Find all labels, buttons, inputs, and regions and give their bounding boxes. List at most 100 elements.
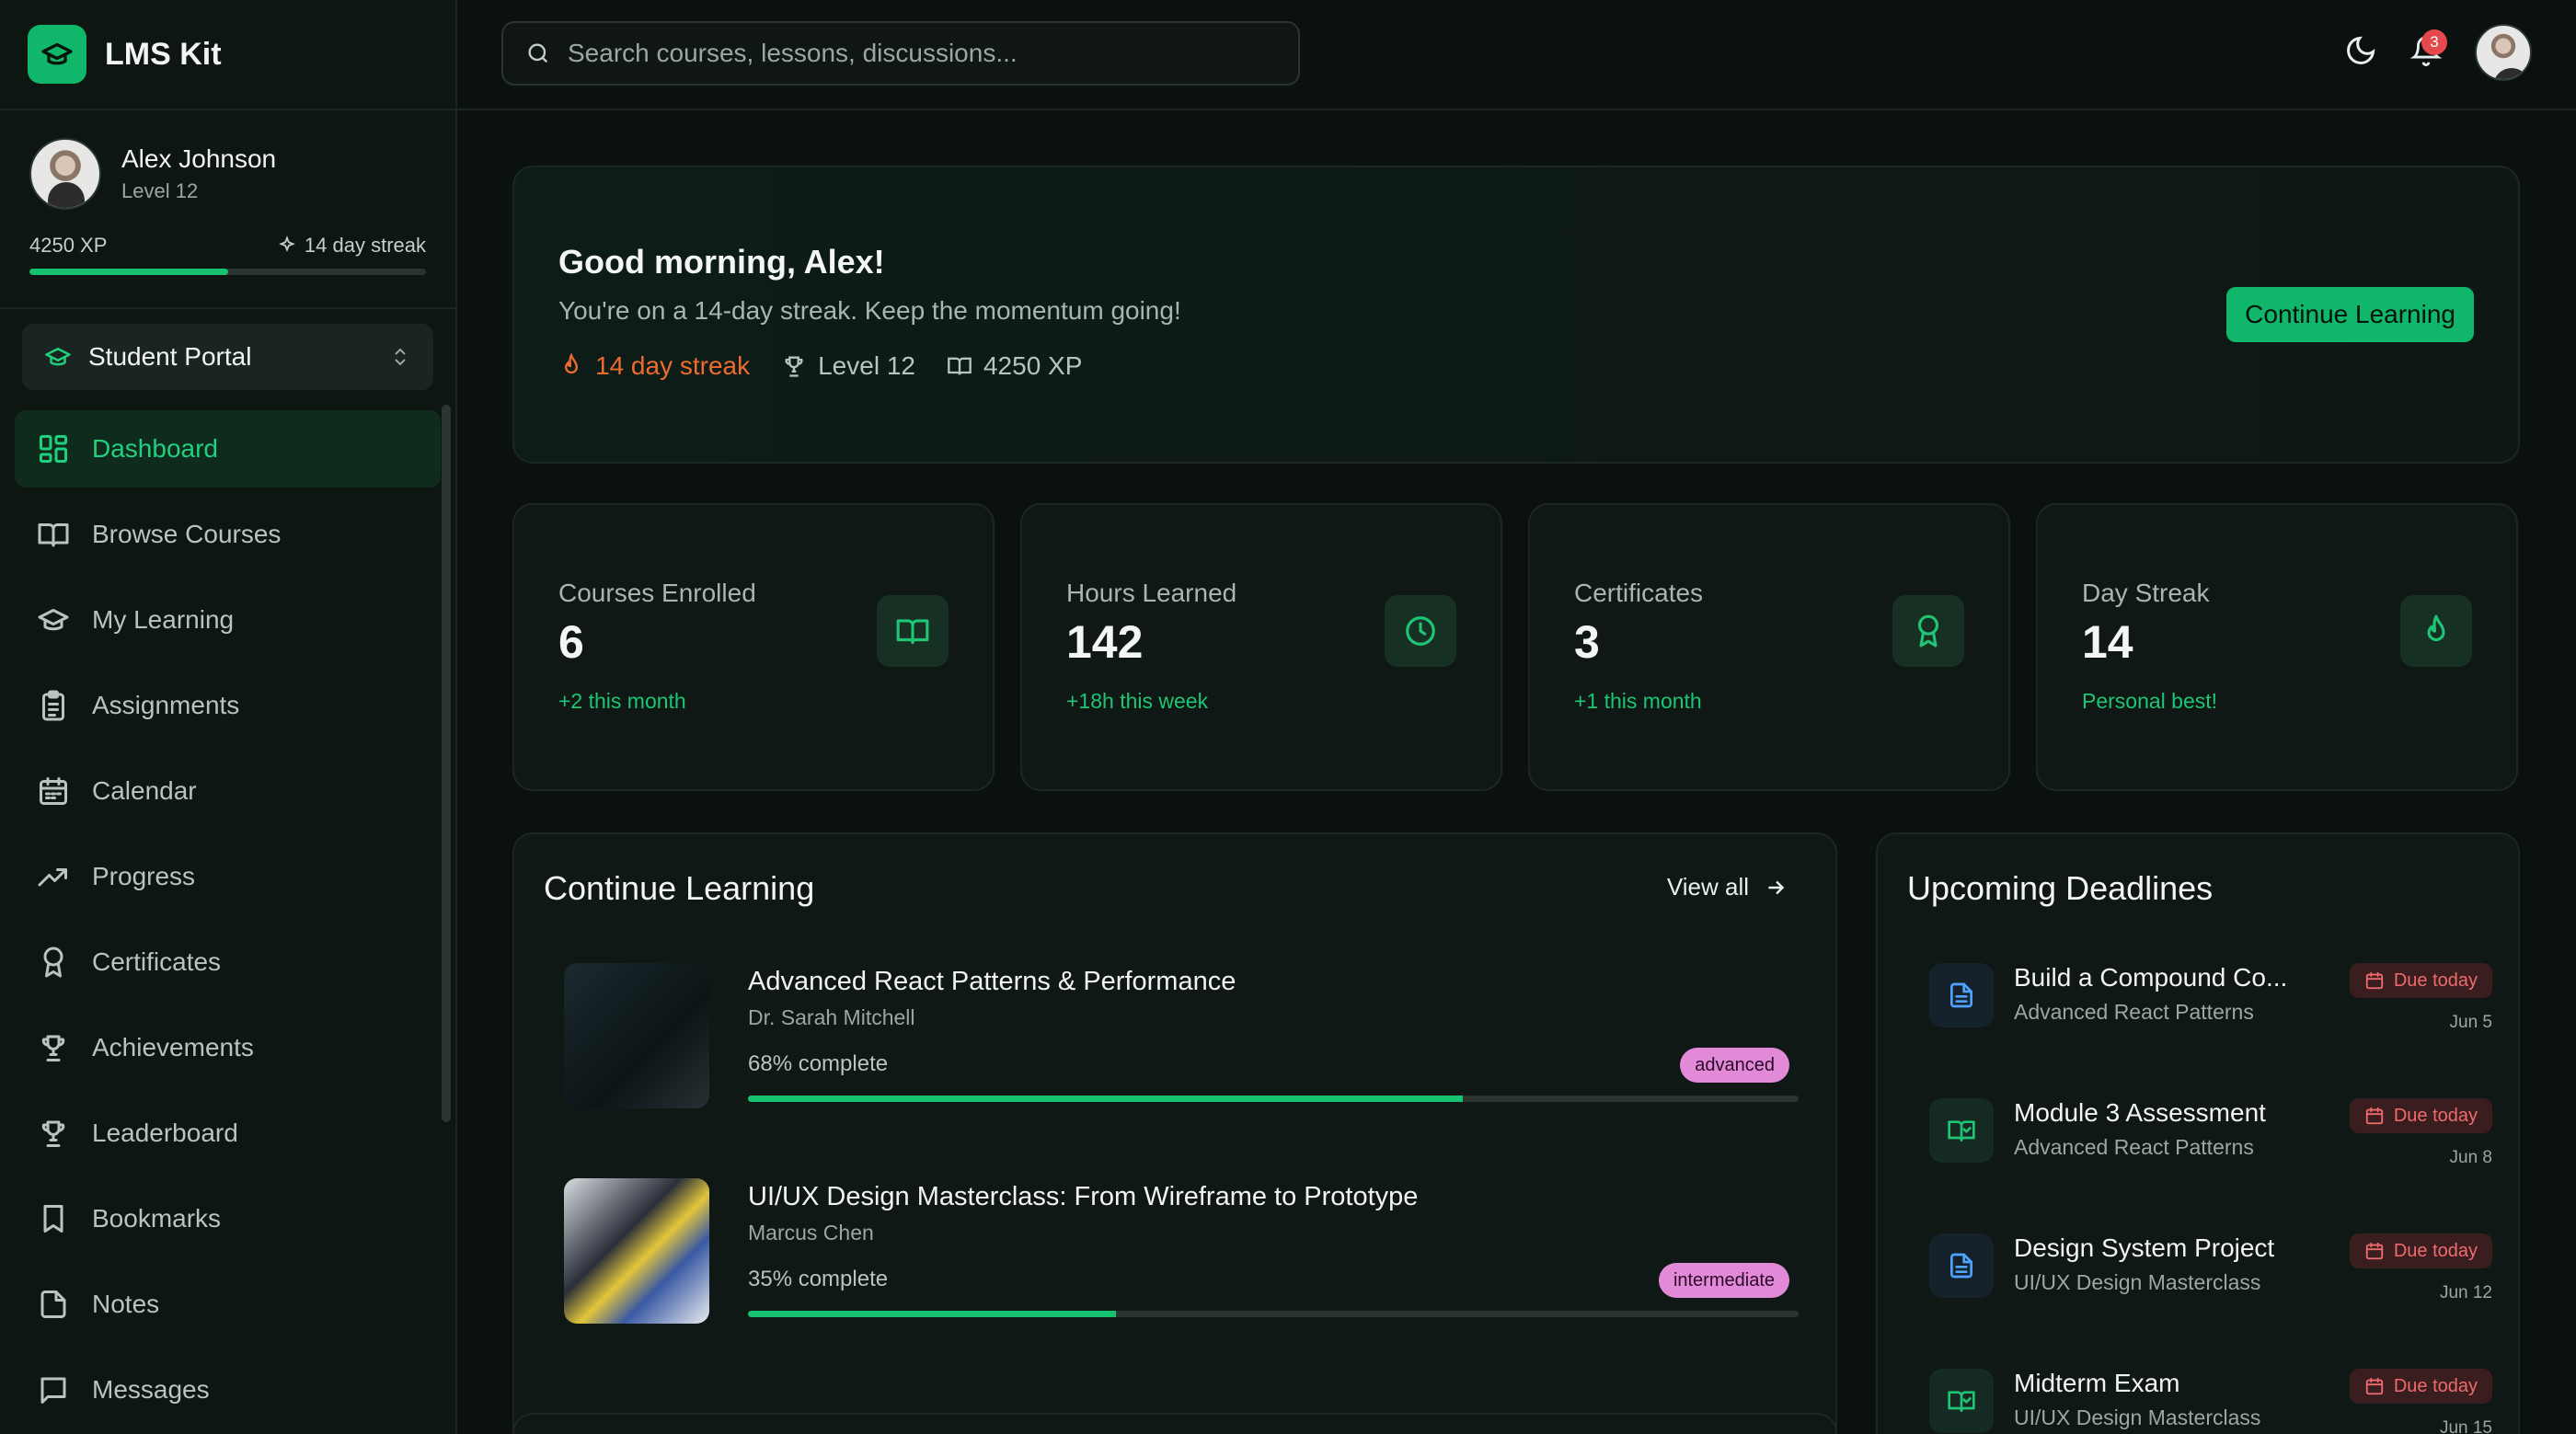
portal-label: Student Portal — [88, 342, 252, 371]
stat-change: Personal best! — [2082, 689, 2218, 713]
book-check-icon — [1948, 1391, 1975, 1412]
section-title: Continue Learning — [544, 869, 815, 907]
course-author: Marcus Chen — [748, 1221, 874, 1245]
deadline-item[interactable]: Module 3 Assessment Advanced React Patter… — [1929, 1098, 2492, 1209]
deadline-date: Jun 5 — [2449, 1013, 2492, 1032]
notification-count: 3 — [2421, 29, 2447, 55]
moon-icon[interactable] — [2344, 34, 2377, 72]
stat-change: +1 this month — [1574, 689, 1702, 713]
clock-icon — [1406, 616, 1435, 646]
deadline-course: UI/UX Design Masterclass — [2014, 1270, 2261, 1294]
sidebar: LMS Kit Alex Johnson Level 12 4250 XP 14… — [0, 0, 457, 1434]
due-badge: Due today — [2349, 1098, 2492, 1133]
search-box[interactable] — [501, 21, 1300, 86]
course-thumbnail[interactable] — [564, 1178, 709, 1324]
course-progress-label: 35% complete — [748, 1267, 889, 1291]
welcome-title: Good morning, Alex! — [558, 243, 885, 281]
sidebar-item-label: Calendar — [92, 776, 197, 805]
course-title[interactable]: UI/UX Design Masterclass: From Wireframe… — [748, 1182, 1418, 1212]
course-thumbnail[interactable] — [564, 963, 709, 1108]
course-level-badge: intermediate — [1658, 1263, 1789, 1298]
stat-card-day-streak: Day Streak 14 Personal best! — [2036, 503, 2518, 791]
sidebar-item-label: Bookmarks — [92, 1204, 222, 1233]
stat-change: +18h this week — [1066, 689, 1209, 713]
app-root: LMS Kit Alex Johnson Level 12 4250 XP 14… — [0, 0, 2576, 1434]
sidebar-item-leaderboard[interactable]: Leaderboard — [15, 1095, 441, 1172]
bookmark-icon — [43, 1205, 63, 1233]
graduation-cap-icon — [28, 25, 86, 84]
flame-icon — [2427, 614, 2445, 642]
course-progress-label: 68% complete — [748, 1051, 889, 1076]
file-text-icon — [1950, 982, 1972, 1008]
sidebar-item-messages[interactable]: Messages — [15, 1351, 441, 1428]
brand-name: LMS Kit — [105, 36, 222, 72]
sidebar-item-notes[interactable]: Notes — [15, 1266, 441, 1343]
stat-icon-tile — [1892, 595, 1964, 667]
avatar[interactable] — [29, 138, 101, 210]
deadline-course: Advanced React Patterns — [2014, 1000, 2254, 1024]
book-open-icon — [38, 523, 69, 547]
sparkles-icon — [279, 235, 295, 253]
trophy-icon — [41, 1035, 65, 1061]
deadline-title: Midterm Exam — [2014, 1369, 2180, 1397]
graduation-cap-icon — [38, 609, 69, 631]
award-icon — [43, 946, 63, 978]
deadline-date: Jun 8 — [2449, 1148, 2492, 1167]
course-item[interactable]: UI/UX Design Masterclass: From Wireframe… — [564, 1178, 1799, 1325]
stat-card-courses-enrolled: Courses Enrolled 6 +2 this month — [512, 503, 995, 791]
search-input[interactable] — [568, 39, 1267, 68]
graduation-cap-icon — [45, 348, 71, 366]
section-title: Upcoming Deadlines — [1907, 869, 2214, 907]
deadline-date: Jun 15 — [2439, 1418, 2492, 1434]
course-level-badge: advanced — [1680, 1048, 1789, 1083]
stat-card-hours-learned: Hours Learned 142 +18h this week — [1020, 503, 1502, 791]
brand[interactable]: LMS Kit — [0, 0, 455, 110]
dashboard-icon — [40, 435, 67, 463]
trophy-icon — [785, 356, 803, 377]
calendar-icon — [40, 777, 67, 805]
sidebar-item-progress[interactable]: Progress — [15, 838, 441, 915]
book-check-icon — [1948, 1120, 1975, 1141]
user-level: Level 12 — [121, 179, 199, 202]
sidebar-item-assignments[interactable]: Assignments — [15, 667, 441, 744]
deadline-title: Design System Project — [2014, 1233, 2275, 1262]
sidebar-item-dashboard[interactable]: Dashboard — [15, 410, 441, 488]
trending-up-icon — [38, 868, 67, 887]
course-title[interactable]: Advanced React Patterns & Performance — [748, 967, 1236, 997]
due-badge: Due today — [2349, 963, 2492, 998]
due-badge: Due today — [2349, 1369, 2492, 1404]
view-all-link[interactable]: View all — [1667, 873, 1788, 901]
sidebar-item-calendar[interactable]: Calendar — [15, 752, 441, 830]
stat-value: 142 — [1066, 616, 1144, 668]
calendar-small-icon — [2365, 1377, 2383, 1395]
sidebar-item-label: My Learning — [92, 605, 235, 634]
stat-value: 3 — [1574, 616, 1600, 668]
continue-learning-button[interactable]: Continue Learning — [2226, 287, 2474, 342]
sidebar-item-my-learning[interactable]: My Learning — [15, 581, 441, 659]
deadline-item[interactable]: Midterm Exam UI/UX Design Masterclass Due … — [1929, 1369, 2492, 1434]
notifications-button[interactable]: 3 — [2409, 29, 2447, 71]
view-all-label: View all — [1666, 873, 1749, 901]
deadline-item[interactable]: Design System Project UI/UX Design Master… — [1929, 1233, 2492, 1344]
due-label: Due today — [2393, 1105, 2478, 1126]
top-avatar[interactable] — [2475, 24, 2532, 81]
sidebar-item-bookmarks[interactable]: Bookmarks — [15, 1180, 441, 1257]
course-item[interactable]: Advanced React Patterns & Performance Dr.… — [564, 963, 1799, 1110]
course-progress-fill — [748, 1096, 1463, 1102]
sidebar-item-achievements[interactable]: Achievements — [15, 1009, 441, 1086]
sidebar-scrollbar[interactable] — [442, 405, 451, 1122]
due-label: Due today — [2393, 1240, 2478, 1261]
book-open-icon — [948, 357, 972, 375]
sidebar-item-certificates[interactable]: Certificates — [15, 923, 441, 1001]
portal-switcher[interactable]: Student Portal — [22, 324, 433, 390]
deadline-item[interactable]: Build a Compound Co... Advanced React Pat… — [1929, 963, 2492, 1073]
xp-progress-bar — [29, 269, 426, 275]
due-label: Due today — [2393, 1375, 2478, 1396]
stat-label: Courses Enrolled — [558, 579, 756, 607]
arrow-right-icon — [1768, 880, 1785, 894]
sidebar-item-label: Dashboard — [92, 434, 218, 463]
user-profile: Alex Johnson Level 12 4250 XP 14 day str… — [0, 110, 455, 309]
stat-label: Hours Learned — [1066, 579, 1237, 607]
hero-xp: 4250 XP — [983, 351, 1083, 380]
sidebar-item-browse-courses[interactable]: Browse Courses — [15, 496, 441, 573]
